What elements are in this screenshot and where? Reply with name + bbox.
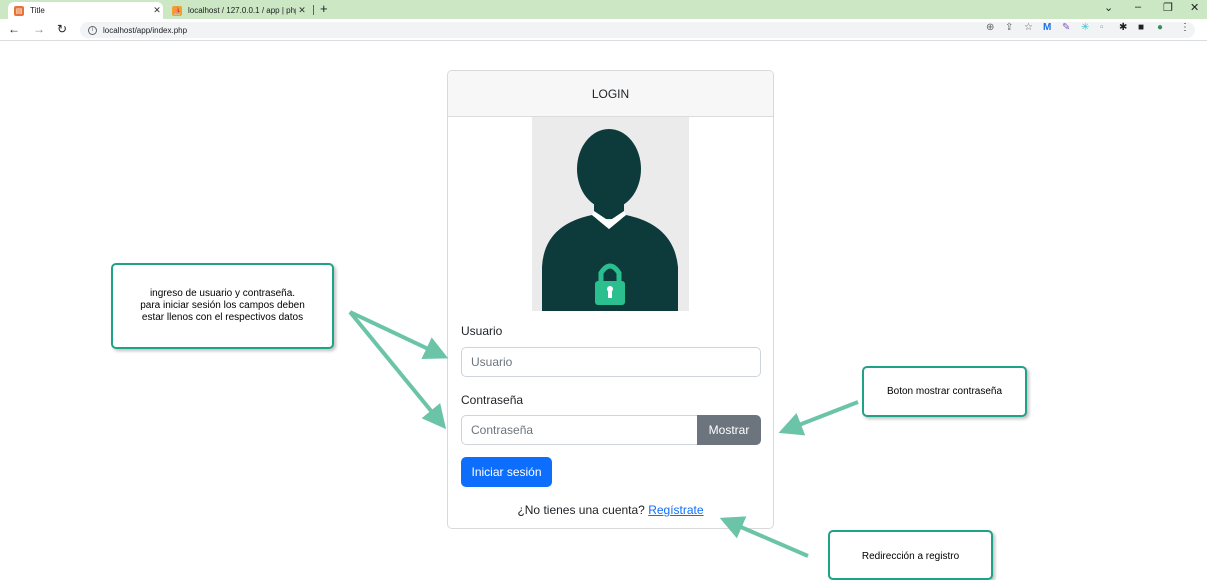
arrow-to-username [349, 310, 449, 360]
arrow-to-register-link [719, 516, 809, 558]
arrow-to-show-button [778, 400, 859, 436]
arrow-to-password [348, 310, 447, 430]
annotation-arrows [348, 310, 859, 558]
